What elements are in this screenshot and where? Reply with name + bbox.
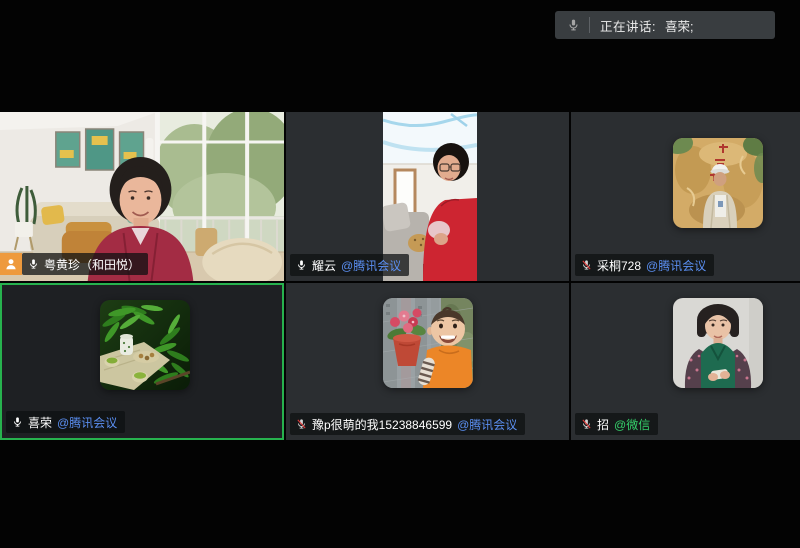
participant-tile-1[interactable]: 粤黄珍（和田悦） xyxy=(0,112,284,281)
participant-name: 粤黄珍（和田悦） xyxy=(44,256,140,273)
divider xyxy=(589,17,590,33)
name-label-row: 粤黄珍（和田悦） xyxy=(0,253,148,275)
participant-name: 耀云 xyxy=(312,257,336,274)
mic-muted-icon xyxy=(581,417,592,431)
speaking-indicator: 正在讲话: 喜荣; xyxy=(555,11,775,39)
mic-on-icon xyxy=(28,257,39,271)
avatar xyxy=(383,298,473,388)
participant-name: 豫p很萌的我15238846599 xyxy=(312,416,452,433)
speaking-names: 喜荣; xyxy=(665,16,693,35)
platform-suffix: @腾讯会议 xyxy=(57,414,117,431)
participant-tile-4-active-speaker[interactable]: 喜荣 @腾讯会议 xyxy=(0,283,284,440)
platform-suffix: @腾讯会议 xyxy=(341,257,401,274)
mic-on-icon xyxy=(12,415,23,429)
platform-suffix: @腾讯会议 xyxy=(457,416,517,433)
participant-tile-5[interactable]: 豫p很萌的我15238846599 @腾讯会议 xyxy=(286,283,569,440)
host-badge-icon xyxy=(0,253,22,275)
participant-tile-6[interactable]: 招 @微信 xyxy=(571,283,800,440)
participant-tile-2[interactable]: 耀云 @腾讯会议 xyxy=(286,112,569,281)
avatar xyxy=(673,138,763,228)
platform-suffix: @微信 xyxy=(614,416,650,433)
microphone-icon xyxy=(567,17,580,33)
platform-suffix: @腾讯会议 xyxy=(646,257,706,274)
mic-muted-icon xyxy=(581,258,592,272)
participant-tile-3[interactable]: 采桐728 @腾讯会议 xyxy=(571,112,800,281)
avatar xyxy=(673,298,763,388)
participant-name: 招 xyxy=(597,416,609,433)
speaking-prefix: 正在讲话: xyxy=(600,16,656,35)
meeting-window: 正在讲话: 喜荣; xyxy=(0,0,800,548)
avatar xyxy=(100,300,190,390)
participant-name: 喜荣 xyxy=(28,414,52,431)
mic-muted-icon xyxy=(296,417,307,431)
mic-on-icon xyxy=(296,258,307,272)
participant-name: 采桐728 xyxy=(597,257,641,274)
